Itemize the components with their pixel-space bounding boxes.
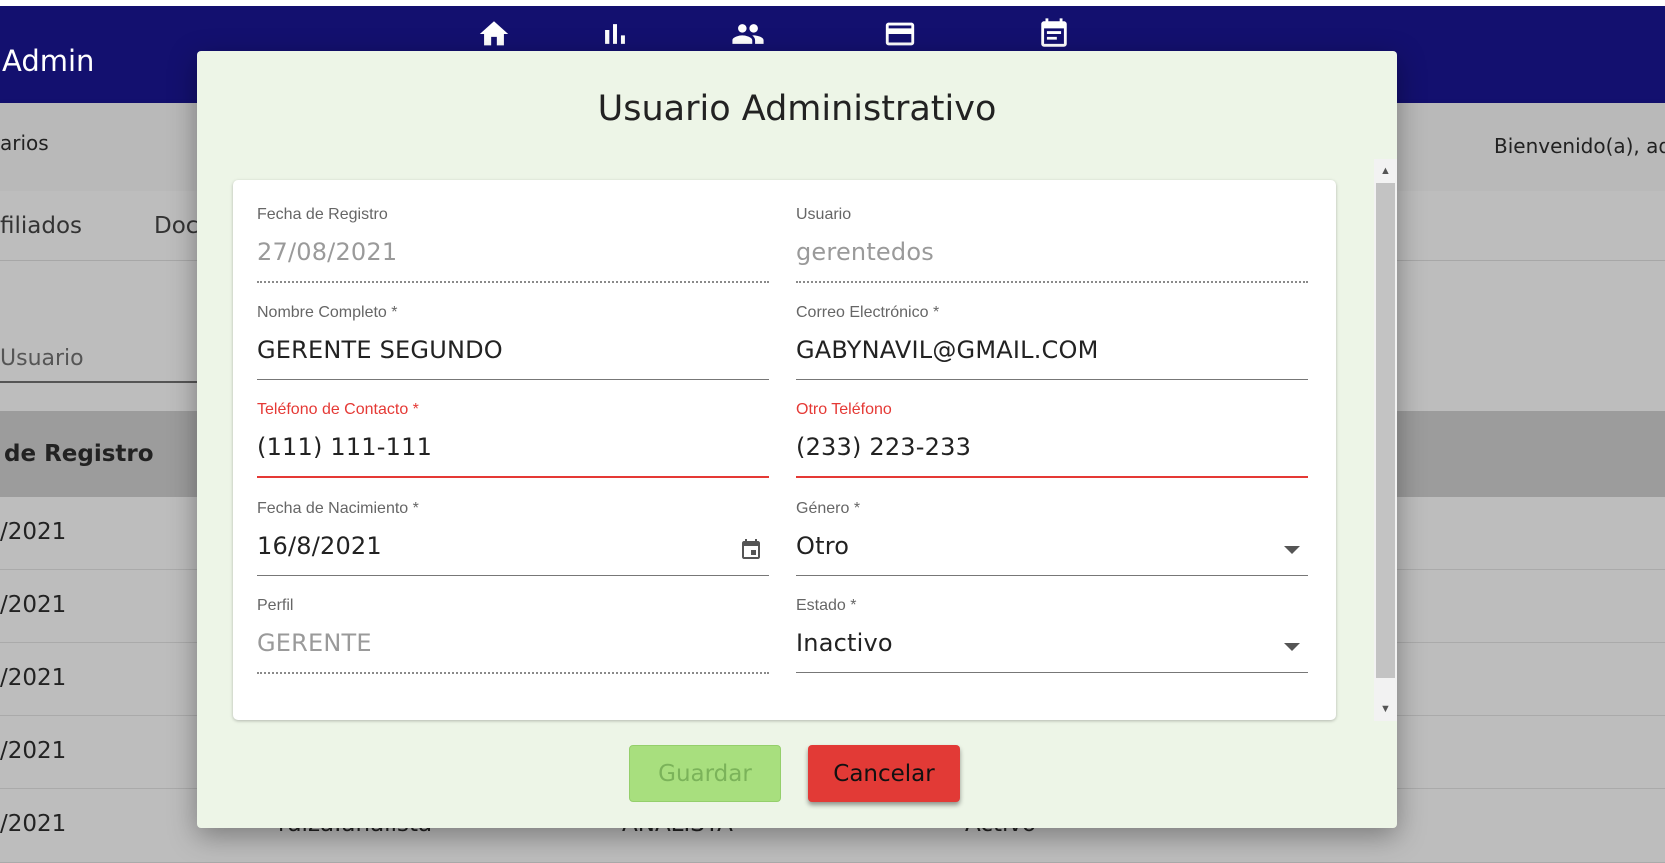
field-value[interactable]: (233) 223-233 [796, 433, 971, 461]
field-label: Usuario [796, 206, 852, 223]
scroll-up-icon[interactable]: ▲ [1374, 161, 1397, 181]
field-underline [796, 379, 1308, 380]
telefono-field[interactable]: Teléfono de Contacto * (111) 111-111 [257, 401, 769, 489]
field-value: GERENTE [257, 629, 372, 657]
field-underline [796, 476, 1308, 478]
user-modal: Usuario Administrativo Fecha de Registro… [197, 51, 1397, 828]
column-header-fecha-registro: de Registro [4, 441, 154, 467]
tab-afiliados[interactable]: filiados [0, 213, 82, 239]
people-icon[interactable] [730, 18, 766, 50]
estado-select[interactable]: Estado * Inactivo [796, 597, 1308, 685]
field-value[interactable]: 16/8/2021 [257, 532, 382, 560]
field-value[interactable]: Otro [796, 532, 849, 560]
field-underline [796, 575, 1308, 576]
usuario-field: Usuario gerentedos [796, 206, 1308, 294]
modal-scrollbar[interactable]: ▲ ▼ [1374, 159, 1397, 721]
field-underline [257, 672, 769, 674]
scroll-down-icon[interactable]: ▼ [1374, 699, 1397, 719]
calendar-note-icon[interactable] [1036, 18, 1072, 50]
row-date: /2021 [0, 811, 67, 837]
home-icon[interactable] [476, 18, 512, 50]
field-label: Correo Electrónico * [796, 304, 940, 321]
cancel-button[interactable]: Cancelar [808, 745, 960, 802]
perfil-field: Perfil GERENTE [257, 597, 769, 685]
fecha-registro-field: Fecha de Registro 27/08/2021 [257, 206, 769, 294]
welcome-text: Bienvenido(a), adm [1494, 134, 1665, 158]
fecha-nacimiento-field[interactable]: Fecha de Nacimiento * 16/8/2021 [257, 500, 769, 588]
field-underline [257, 379, 769, 380]
row-date: /2021 [0, 665, 67, 691]
tab-documentos[interactable]: Doc [154, 213, 198, 239]
form-card: Fecha de Registro 27/08/2021 Usuario ger… [233, 180, 1336, 720]
field-underline [796, 281, 1308, 283]
otro-telefono-field[interactable]: Otro Teléfono (233) 223-233 [796, 401, 1308, 489]
search-input[interactable]: Usuario [0, 338, 200, 383]
row-date: /2021 [0, 738, 67, 764]
field-underline [257, 575, 769, 576]
field-value[interactable]: GABYNAVIL@GMAIL.COM [796, 336, 1099, 364]
nombre-completo-field[interactable]: Nombre Completo * GERENTE SEGUNDO [257, 304, 769, 392]
field-value[interactable]: GERENTE SEGUNDO [257, 336, 503, 364]
field-label: Perfil [257, 597, 294, 614]
field-value: 27/08/2021 [257, 238, 398, 266]
field-value: gerentedos [796, 238, 934, 266]
field-label: Nombre Completo * [257, 304, 398, 321]
field-label: Estado * [796, 597, 857, 614]
bar-chart-icon[interactable] [597, 18, 633, 50]
chevron-down-icon[interactable] [1284, 546, 1300, 554]
field-value[interactable]: Inactivo [796, 629, 893, 657]
calendar-icon[interactable] [739, 538, 763, 562]
chevron-down-icon[interactable] [1284, 643, 1300, 651]
field-underline [257, 476, 769, 478]
search-placeholder: Usuario [0, 346, 84, 371]
modal-title: Usuario Administrativo [597, 89, 997, 129]
row-date: /2021 [0, 519, 67, 545]
save-button[interactable]: Guardar [629, 745, 781, 802]
field-label: Otro Teléfono [796, 401, 892, 418]
credit-card-icon[interactable] [882, 18, 918, 50]
field-label: Fecha de Nacimiento * [257, 500, 419, 517]
field-value[interactable]: (111) 111-111 [257, 433, 432, 461]
field-underline [257, 281, 769, 283]
section-title: arios [0, 131, 49, 155]
genero-select[interactable]: Género * Otro [796, 500, 1308, 588]
field-label: Teléfono de Contacto * [257, 401, 419, 418]
field-label: Fecha de Registro [257, 206, 388, 223]
correo-field[interactable]: Correo Electrónico * GABYNAVIL@GMAIL.COM [796, 304, 1308, 392]
scroll-thumb[interactable] [1376, 183, 1395, 678]
field-label: Género * [796, 500, 861, 517]
row-date: /2021 [0, 592, 67, 618]
brand-title: Admin [2, 44, 95, 78]
field-underline [796, 672, 1308, 673]
